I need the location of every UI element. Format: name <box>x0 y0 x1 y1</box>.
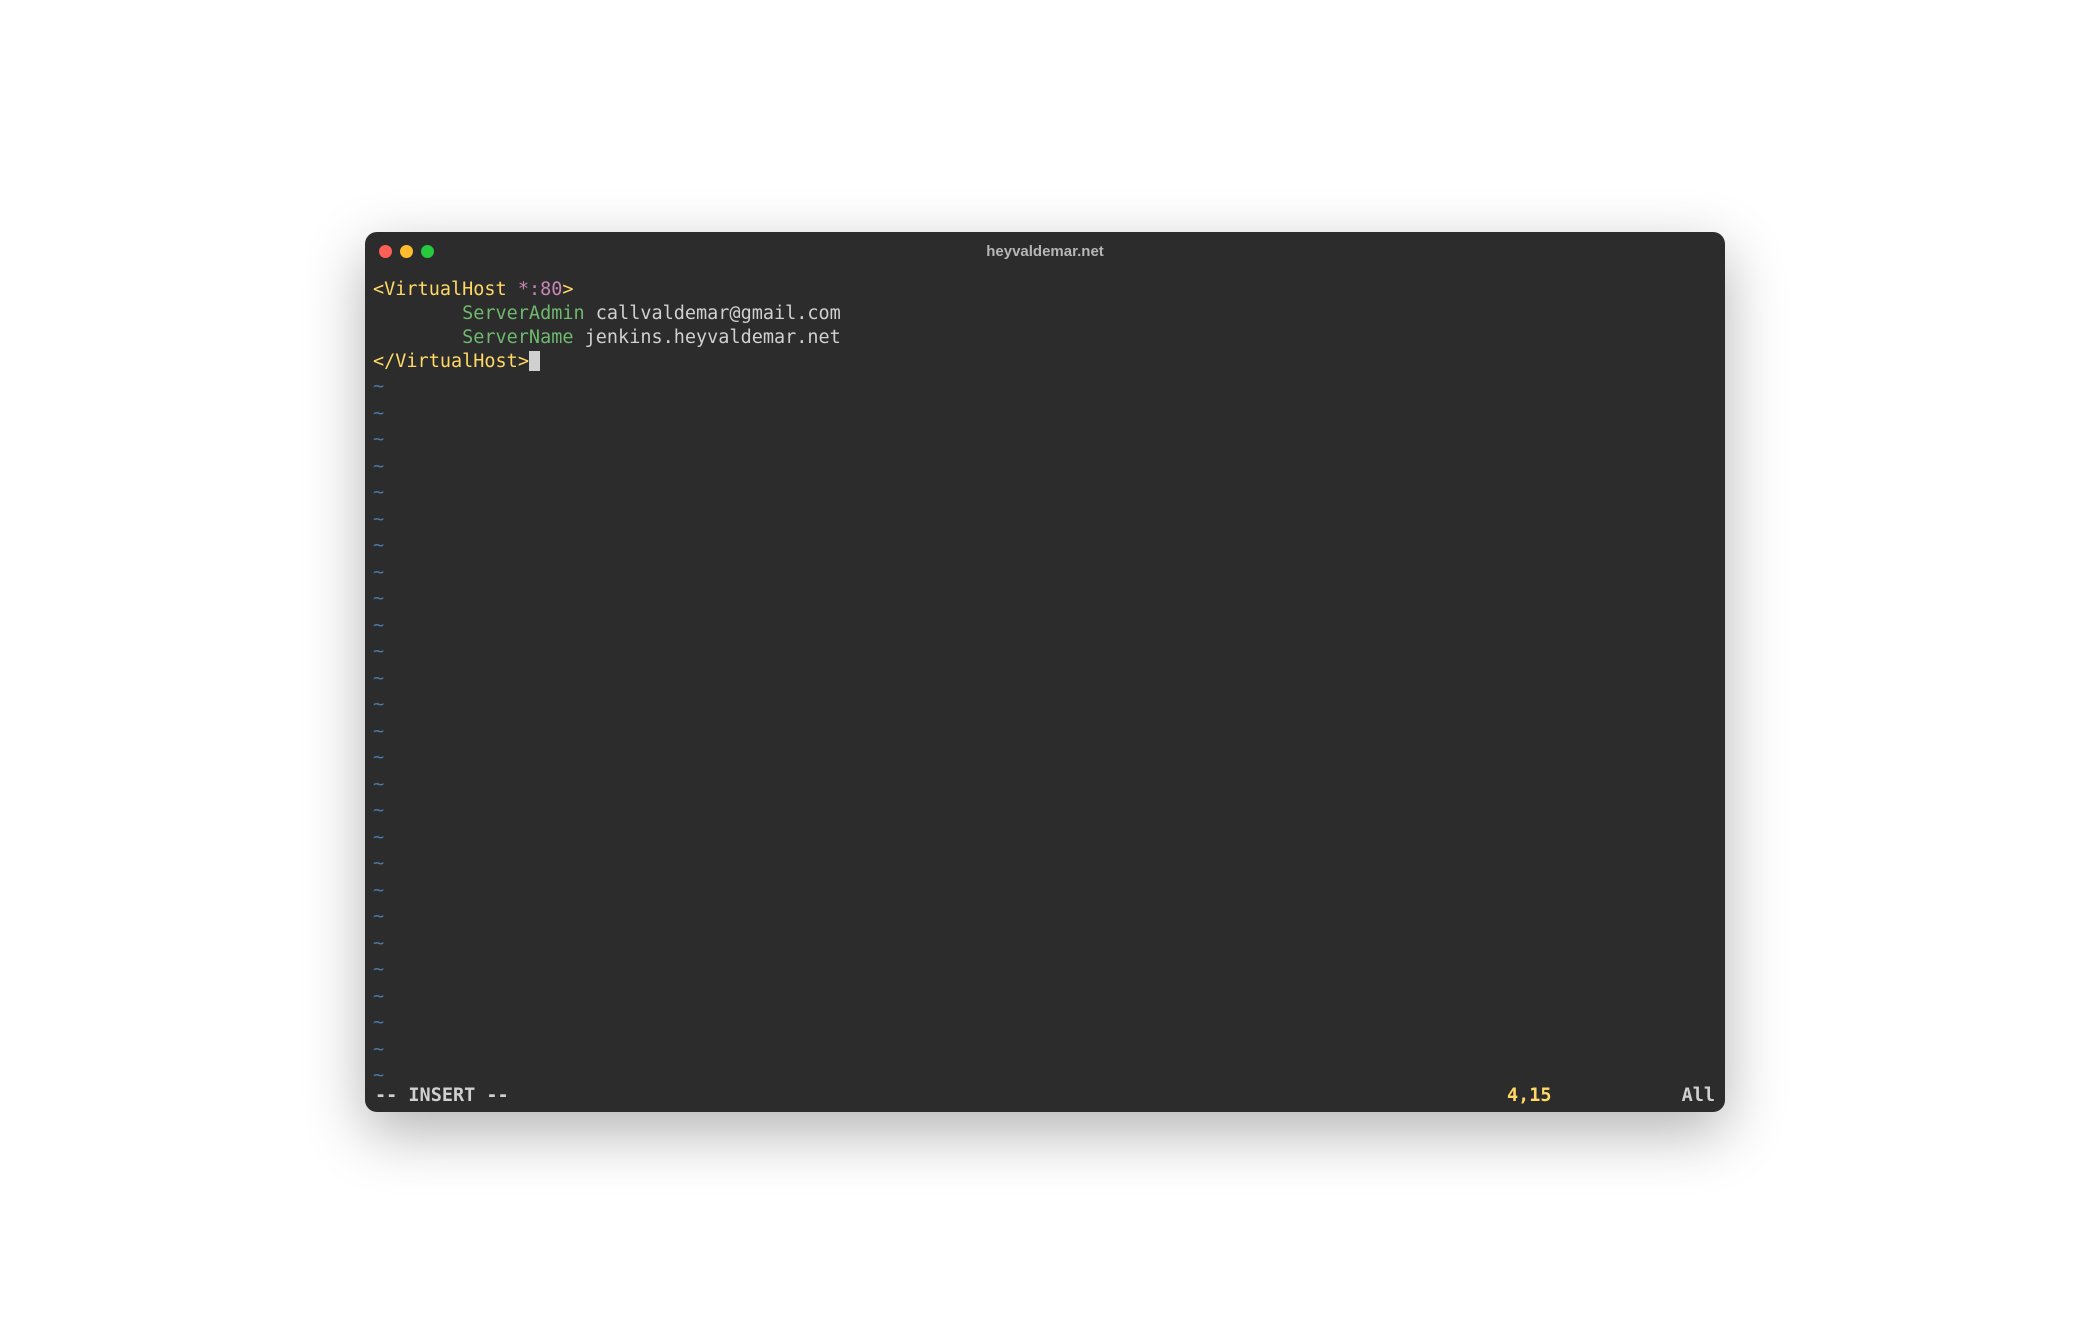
terminal-window: heyvaldemar.net <VirtualHost *:80> Serve… <box>365 232 1725 1112</box>
empty-line-marker: ~ <box>373 719 1717 746</box>
empty-line-marker: ~ <box>373 454 1717 481</box>
scroll-position: All <box>1682 1085 1715 1106</box>
directive-value: jenkins.heyvaldemar.net <box>585 327 841 348</box>
status-bar: -- INSERT -- 4,15 All <box>365 1082 1725 1112</box>
empty-line-marker: ~ <box>373 904 1717 931</box>
tag-open-bracket: < <box>373 279 384 300</box>
empty-line-marker: ~ <box>373 851 1717 878</box>
empty-line-marker: ~ <box>373 666 1717 693</box>
cursor-position: 4,15 <box>1507 1085 1552 1106</box>
content-lines: <VirtualHost *:80> ServerAdmin callvalde… <box>373 278 1717 374</box>
empty-line-marker: ~ <box>373 613 1717 640</box>
empty-line-marker: ~ <box>373 507 1717 534</box>
traffic-lights <box>379 245 434 258</box>
empty-lines: ~~~~~~~~~~~~~~~~~~~~~~~~~~~~ <box>373 374 1717 1082</box>
window-title: heyvaldemar.net <box>365 243 1725 260</box>
indent <box>373 327 462 348</box>
empty-line-marker: ~ <box>373 374 1717 401</box>
tag-close-bracket: > <box>562 279 573 300</box>
empty-line-marker: ~ <box>373 825 1717 852</box>
minimize-icon[interactable] <box>400 245 413 258</box>
empty-line-marker: ~ <box>373 772 1717 799</box>
vim-mode: -- INSERT -- <box>375 1085 509 1106</box>
empty-line-marker: ~ <box>373 480 1717 507</box>
space <box>585 303 596 324</box>
empty-line-marker: ~ <box>373 639 1717 666</box>
empty-line-marker: ~ <box>373 586 1717 613</box>
empty-line-marker: ~ <box>373 427 1717 454</box>
titlebar: heyvaldemar.net <box>365 232 1725 270</box>
empty-line-marker: ~ <box>373 533 1717 560</box>
empty-line-marker: ~ <box>373 957 1717 984</box>
tag-param: *:80 <box>518 279 563 300</box>
tag-close-bracket: > <box>518 351 529 372</box>
empty-line-marker: ~ <box>373 745 1717 772</box>
maximize-icon[interactable] <box>421 245 434 258</box>
code-line-4: </VirtualHost> <box>373 350 1717 374</box>
cursor-icon <box>529 351 540 371</box>
directive-keyword: ServerName <box>462 327 573 348</box>
tag-open-bracket: </ <box>373 351 395 372</box>
directive-keyword: ServerAdmin <box>462 303 585 324</box>
code-line-2: ServerAdmin callvaldemar@gmail.com <box>373 302 1717 326</box>
editor-area[interactable]: <VirtualHost *:80> ServerAdmin callvalde… <box>365 270 1725 1082</box>
empty-line-marker: ~ <box>373 1010 1717 1037</box>
tag-name: VirtualHost <box>384 279 507 300</box>
code-line-3: ServerName jenkins.heyvaldemar.net <box>373 326 1717 350</box>
space <box>574 327 585 348</box>
empty-line-marker: ~ <box>373 692 1717 719</box>
empty-line-marker: ~ <box>373 1063 1717 1082</box>
empty-line-marker: ~ <box>373 798 1717 825</box>
close-icon[interactable] <box>379 245 392 258</box>
directive-value: callvaldemar@gmail.com <box>596 303 841 324</box>
code-line-1: <VirtualHost *:80> <box>373 278 1717 302</box>
indent <box>373 303 462 324</box>
empty-line-marker: ~ <box>373 1037 1717 1064</box>
empty-line-marker: ~ <box>373 401 1717 428</box>
empty-line-marker: ~ <box>373 560 1717 587</box>
tag-name: VirtualHost <box>395 351 518 372</box>
empty-line-marker: ~ <box>373 931 1717 958</box>
empty-line-marker: ~ <box>373 878 1717 905</box>
tag-space <box>507 279 518 300</box>
empty-line-marker: ~ <box>373 984 1717 1011</box>
